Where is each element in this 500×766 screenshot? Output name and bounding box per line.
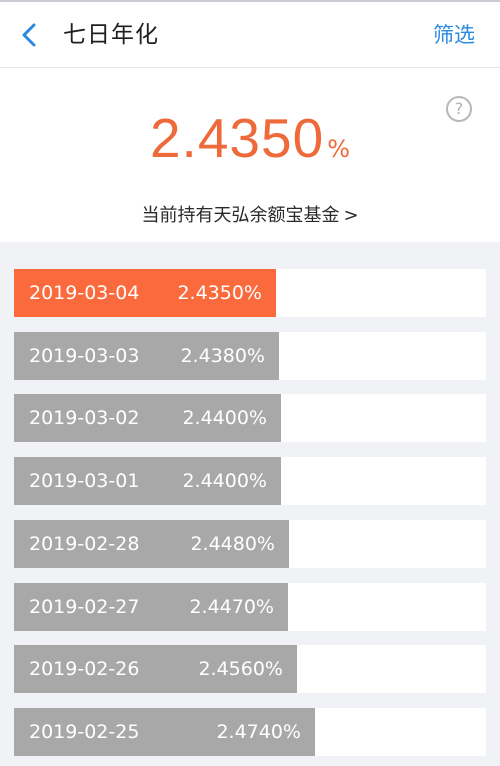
rate-row[interactable]: 2019-02-28 2.4480% <box>14 519 486 568</box>
fund-link-label: 当前持有天弘余额宝基金 <box>141 205 340 226</box>
current-rate: 2.4350% <box>0 106 500 170</box>
fund-link[interactable]: 当前持有天弘余额宝基金 > <box>0 201 500 227</box>
chevron-left-icon <box>22 23 36 47</box>
rate-value: 2.4470% <box>189 595 274 618</box>
filter-button[interactable]: 筛选 <box>433 18 475 52</box>
rate-row[interactable]: 2019-02-26 2.4560% <box>14 645 486 694</box>
rate-date: 2019-03-02 <box>29 407 140 430</box>
rate-summary: ? 2.4350% 当前持有天弘余额宝基金 > <box>0 68 500 242</box>
back-button[interactable] <box>16 19 46 51</box>
rate-value: 2.4380% <box>180 344 265 367</box>
rate-date: 2019-02-28 <box>29 532 140 555</box>
rate-row[interactable]: 2019-03-01 2.4400% <box>14 457 486 506</box>
current-rate-value: 2.4350 <box>149 107 325 169</box>
rate-value: 2.4480% <box>190 532 275 555</box>
nav-header: 七日年化 筛选 <box>0 2 500 68</box>
rate-row[interactable]: 2019-03-04 2.4350% <box>14 269 486 317</box>
page-title: 七日年化 <box>63 22 159 48</box>
rate-date: 2019-02-27 <box>29 595 140 618</box>
rate-row[interactable]: 2019-02-25 2.4740% <box>14 707 486 756</box>
rate-value: 2.4400% <box>182 470 267 493</box>
rate-date: 2019-03-04 <box>29 282 140 304</box>
rate-value: 2.4740% <box>216 720 301 743</box>
rate-value: 2.4560% <box>198 658 283 681</box>
rate-value: 2.4400% <box>182 407 267 430</box>
rate-date: 2019-03-01 <box>29 470 140 493</box>
rate-row[interactable]: 2019-03-03 2.4380% <box>14 331 486 380</box>
chevron-right-icon: > <box>343 205 359 226</box>
rate-date: 2019-02-26 <box>29 658 140 681</box>
current-rate-unit: % <box>327 135 351 163</box>
rate-value: 2.4350% <box>177 282 262 304</box>
rate-date: 2019-02-25 <box>29 720 140 743</box>
rate-row[interactable]: 2019-02-27 2.4470% <box>14 582 486 631</box>
rate-date: 2019-03-03 <box>29 344 140 367</box>
rate-row[interactable]: 2019-03-02 2.4400% <box>14 394 486 443</box>
